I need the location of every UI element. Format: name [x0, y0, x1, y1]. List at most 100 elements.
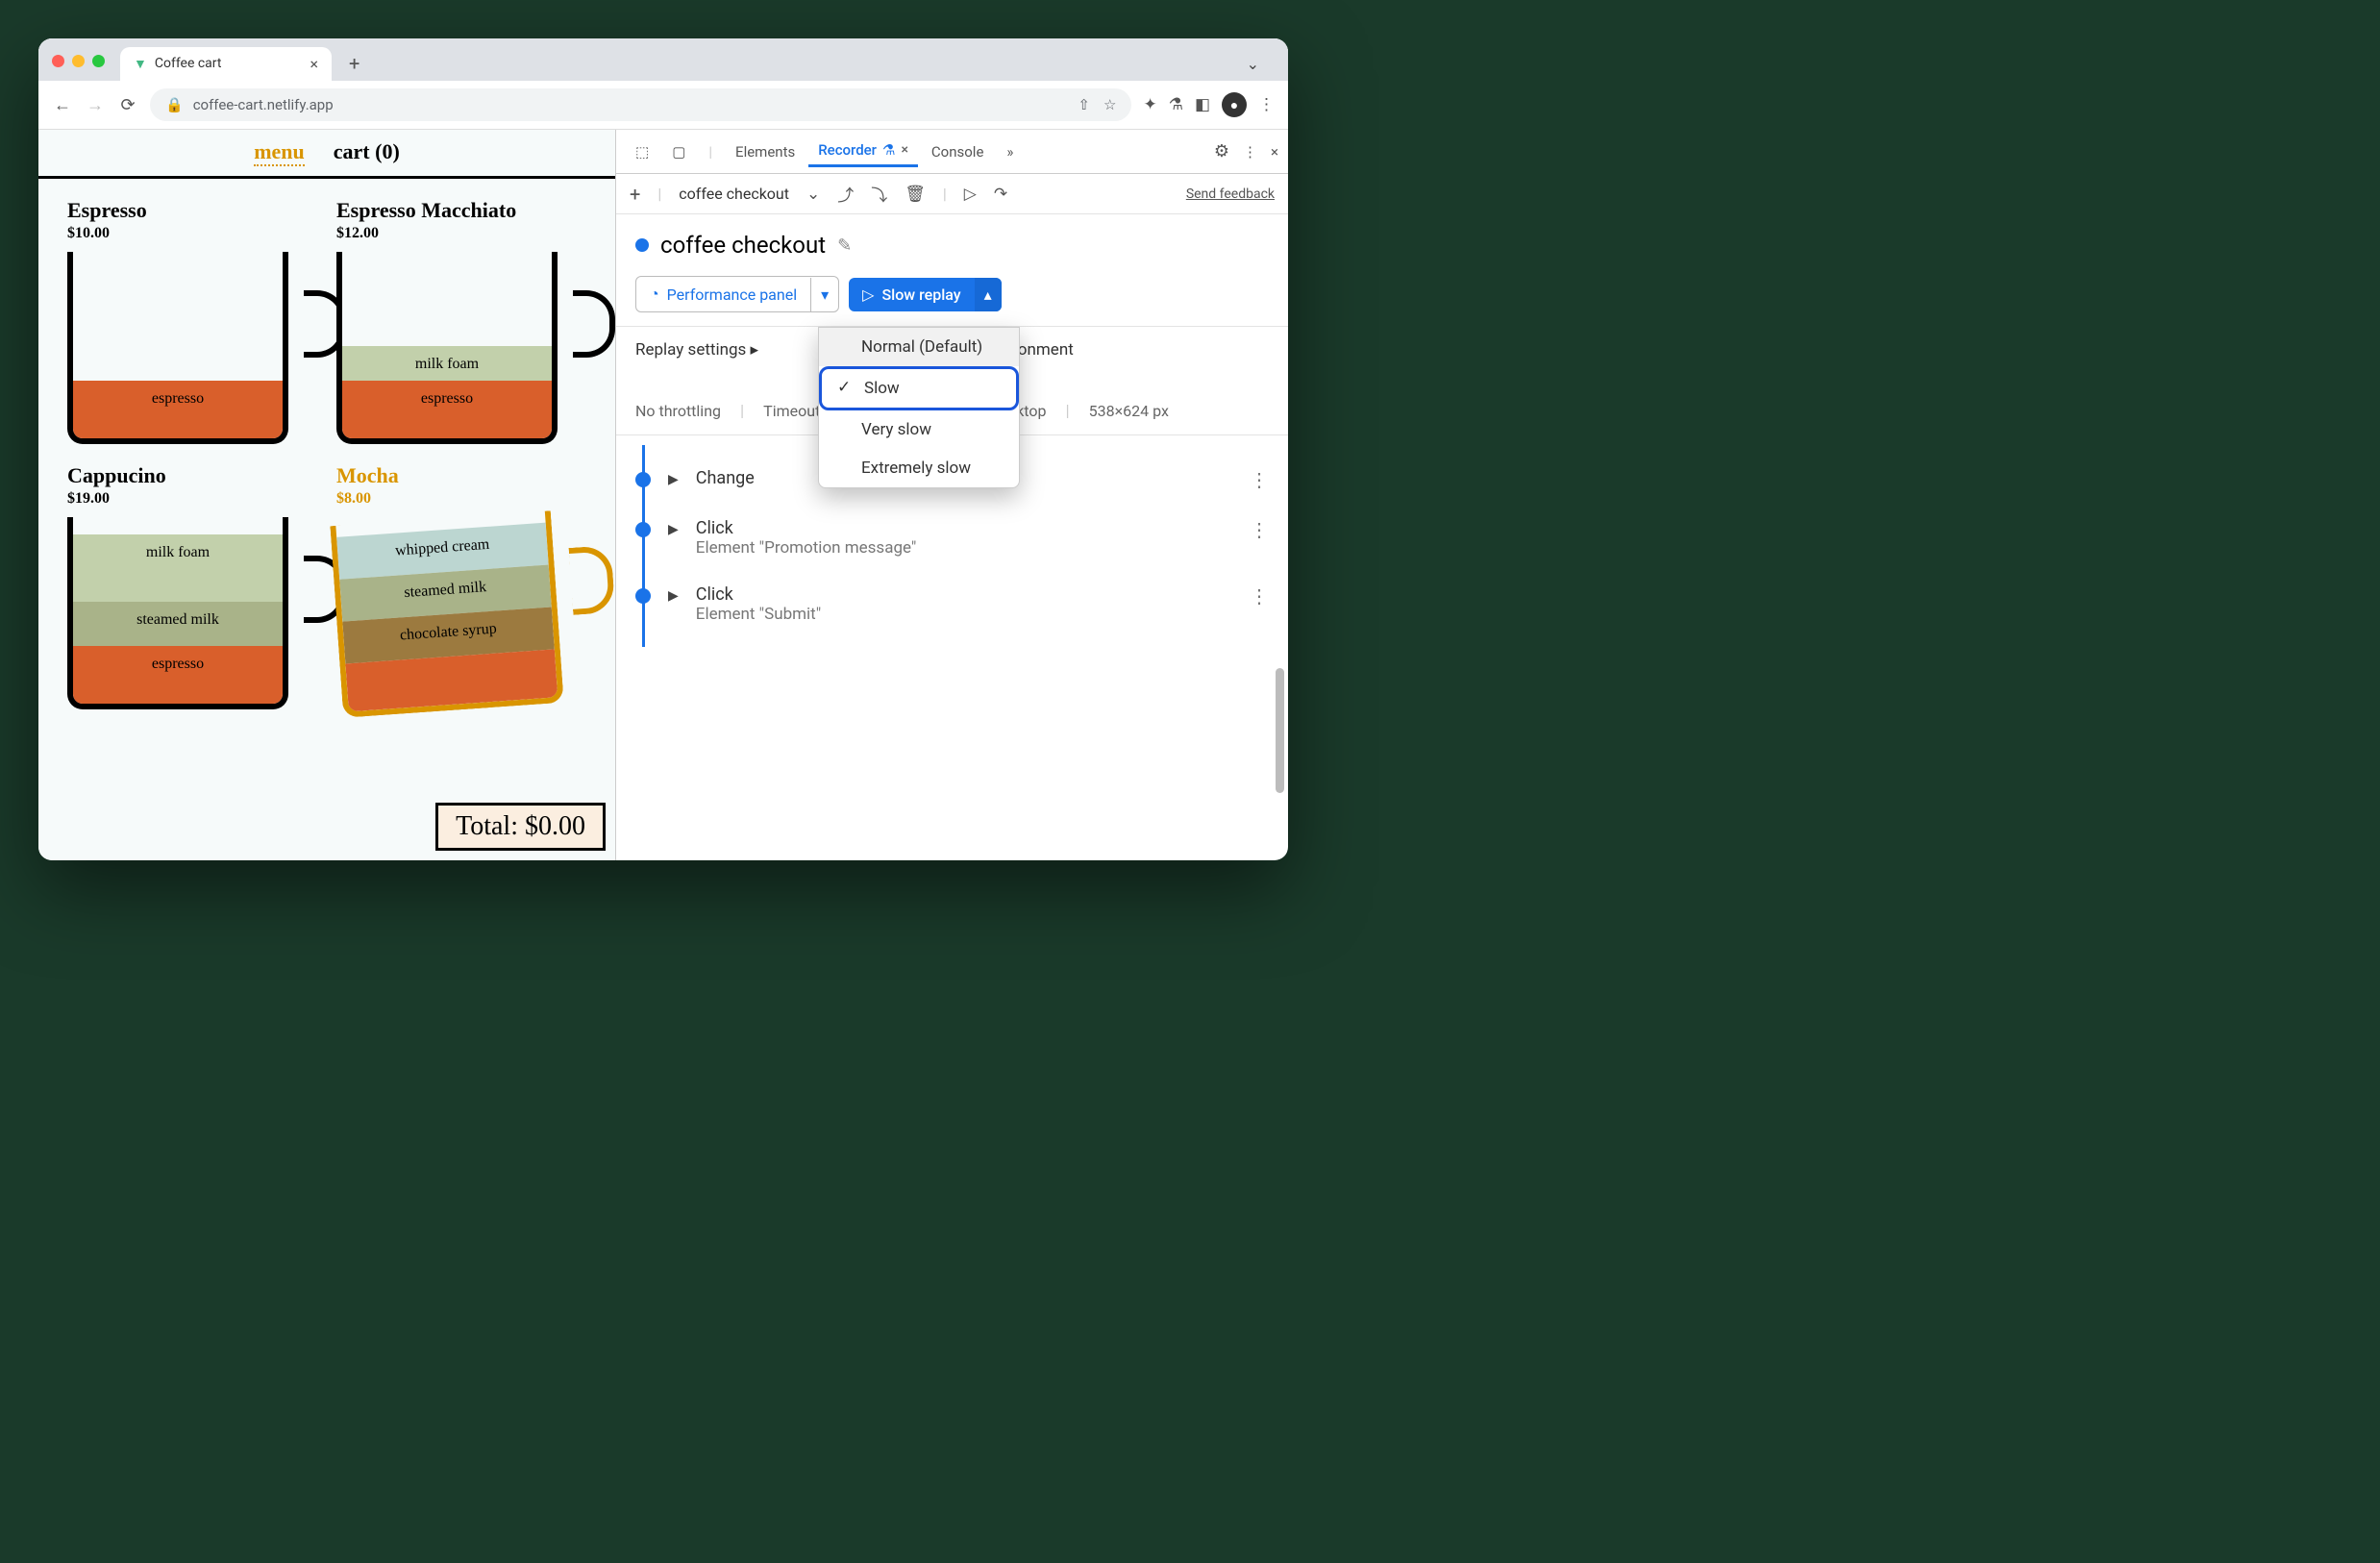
speed-option-extremely-slow[interactable]: Extremely slow — [819, 449, 1019, 487]
new-tab-button[interactable]: + — [339, 46, 369, 81]
slow-replay-button[interactable]: ▷ Slow replay ▴ — [849, 278, 1002, 311]
window-controls — [52, 55, 112, 73]
tab-strip: ▼ Coffee cart × + ⌄ — [38, 38, 1288, 81]
close-devtools-icon[interactable]: × — [1271, 143, 1278, 161]
step-title: Click — [696, 518, 917, 538]
performance-panel-button[interactable]: ◔ Performance panel ▾ — [635, 276, 839, 312]
tab-elements[interactable]: Elements — [726, 137, 805, 166]
cup-layer: milk foam — [73, 534, 283, 602]
speed-option-normal[interactable]: Normal (Default) — [819, 328, 1019, 366]
address-bar[interactable]: 🔒 coffee-cart.netlify.app ⇧ ☆ — [150, 88, 1131, 121]
delete-icon[interactable]: 🗑 — [905, 185, 926, 204]
settings-gear-icon[interactable]: ⚙ — [1214, 141, 1229, 161]
page-viewport: menu cart (0) Espresso$10.00espressoEspr… — [38, 130, 615, 860]
step-node-icon — [635, 472, 651, 487]
browser-window: ▼ Coffee cart × + ⌄ ← → ⟳ 🔒 coffee-cart.… — [38, 38, 1288, 860]
cup-layer: espresso — [342, 381, 552, 438]
continue-icon[interactable]: ↷ — [994, 185, 1007, 204]
replay-speed-menu: Normal (Default) Slow Very slow Extremel… — [818, 327, 1020, 488]
labs-icon[interactable]: ⚗ — [1169, 95, 1183, 114]
chevron-right-icon: ▶ — [668, 588, 679, 604]
replay-settings-row: Replay settings ▸ ironment No throttling… — [616, 326, 1288, 435]
cup-handle — [569, 545, 615, 615]
back-button[interactable]: ← — [52, 95, 73, 115]
timeline-step[interactable]: ▶ClickElement "Promotion message"⋮ — [635, 505, 1269, 571]
product-title: Mocha — [336, 463, 586, 488]
close-window-button[interactable] — [52, 55, 64, 67]
cup-layer: espresso — [73, 381, 283, 438]
edit-title-icon[interactable]: ✎ — [837, 236, 852, 256]
product-price: $8.00 — [336, 490, 586, 508]
bookmark-icon[interactable]: ☆ — [1103, 96, 1116, 113]
close-recorder-tab-icon[interactable]: × — [901, 142, 907, 158]
reload-button[interactable]: ⟳ — [117, 95, 138, 115]
product-card[interactable]: Espresso $10.00 espresso — [67, 198, 317, 444]
product-price: $19.00 — [67, 490, 317, 508]
inspect-icon[interactable]: ⬚ — [626, 137, 658, 166]
tab-recorder[interactable]: Recorder ⚗ × — [808, 136, 918, 167]
product-price: $10.00 — [67, 225, 317, 242]
minimize-window-button[interactable] — [72, 55, 85, 67]
step-menu-icon[interactable]: ⋮ — [1250, 468, 1269, 491]
product-title: Cappucino — [67, 463, 317, 488]
browser-tab[interactable]: ▼ Coffee cart × — [120, 47, 332, 81]
step-node-icon — [635, 522, 651, 537]
product-card[interactable]: Espresso Macchiato$12.00milk foamespress… — [336, 198, 586, 444]
recording-title: coffee checkout — [660, 232, 826, 259]
product-card[interactable]: Cappucino $19.00 milk foamsteamed milkespr… — [67, 463, 317, 709]
step-icon[interactable]: ▷ — [964, 185, 977, 204]
step-menu-icon[interactable]: ⋮ — [1250, 518, 1269, 541]
devtools-menu-icon[interactable]: ⋮ — [1243, 143, 1257, 161]
coffee-cup: milk foamespresso — [336, 252, 558, 444]
products-grid: Espresso$10.00espressoEspresso Macchiato… — [38, 179, 615, 729]
speed-option-very-slow[interactable]: Very slow — [819, 410, 1019, 449]
timeline-step[interactable]: ▶ClickElement "Submit"⋮ — [635, 571, 1269, 637]
recording-dropdown-icon[interactable]: ⌄ — [806, 185, 820, 204]
replay-speed-caret[interactable]: ▴ — [975, 278, 1002, 311]
step-node-icon — [635, 588, 651, 604]
import-icon[interactable]: ⤵ — [871, 182, 887, 206]
coffee-cup: whipped creamsteamed milkchocolate syrup — [330, 510, 563, 718]
recording-header: coffee checkout ✎ — [616, 214, 1288, 276]
tabs-overflow-button[interactable]: ⌄ — [1231, 49, 1275, 79]
gauge-icon: ◔ — [650, 285, 659, 304]
export-icon[interactable]: ⤴ — [837, 182, 854, 206]
performance-panel-caret[interactable]: ▾ — [810, 278, 838, 311]
new-recording-button[interactable]: + — [630, 183, 640, 206]
cup-layer: steamed milk — [73, 602, 283, 646]
nav-cart-link[interactable]: cart (0) — [334, 139, 400, 166]
step-title: Click — [696, 584, 821, 605]
replay-settings-toggle[interactable]: Replay settings ▸ — [635, 340, 758, 360]
tab-console[interactable]: Console — [922, 137, 994, 166]
chrome-menu-icon[interactable]: ⋮ — [1258, 95, 1275, 114]
step-title: Change — [696, 468, 755, 488]
devtools-tabs: ⬚ ▢ | Elements Recorder ⚗ × Console » ⚙ … — [616, 130, 1288, 174]
product-card[interactable]: Mocha$8.00whipped creamsteamed milkchoco… — [336, 463, 586, 709]
extensions-icon[interactable]: ✦ — [1143, 95, 1156, 114]
recording-selector[interactable]: coffee checkout — [679, 185, 789, 203]
device-toolbar-icon[interactable]: ▢ — [662, 137, 695, 166]
maximize-window-button[interactable] — [92, 55, 105, 67]
chevron-right-icon: ▶ — [668, 522, 679, 537]
forward-button[interactable]: → — [85, 95, 106, 115]
recording-indicator-icon — [635, 238, 649, 252]
profile-avatar[interactable]: ● — [1222, 92, 1247, 117]
step-menu-icon[interactable]: ⋮ — [1250, 584, 1269, 608]
vue-favicon-icon: ▼ — [134, 56, 147, 72]
devtools-panel: ⬚ ▢ | Elements Recorder ⚗ × Console » ⚙ … — [615, 130, 1288, 860]
flask-icon: ⚗ — [882, 141, 895, 159]
throttling-value: No throttling — [635, 402, 721, 421]
product-title: Espresso — [67, 198, 317, 223]
close-tab-icon[interactable]: × — [310, 55, 318, 73]
share-icon[interactable]: ⇧ — [1078, 96, 1090, 113]
scrollbar-thumb[interactable] — [1276, 668, 1284, 793]
send-feedback-link[interactable]: Send feedback — [1186, 186, 1275, 202]
nav-menu-link[interactable]: menu — [254, 139, 305, 166]
cup-handle — [573, 290, 615, 358]
play-icon: ▷ — [862, 285, 874, 304]
more-tabs-icon[interactable]: » — [997, 137, 1023, 166]
side-panel-icon[interactable]: ◧ — [1195, 95, 1210, 114]
speed-option-slow[interactable]: Slow — [819, 366, 1019, 410]
lock-icon: 🔒 — [165, 96, 184, 113]
coffee-cup: milk foamsteamed milkespresso — [67, 517, 288, 709]
